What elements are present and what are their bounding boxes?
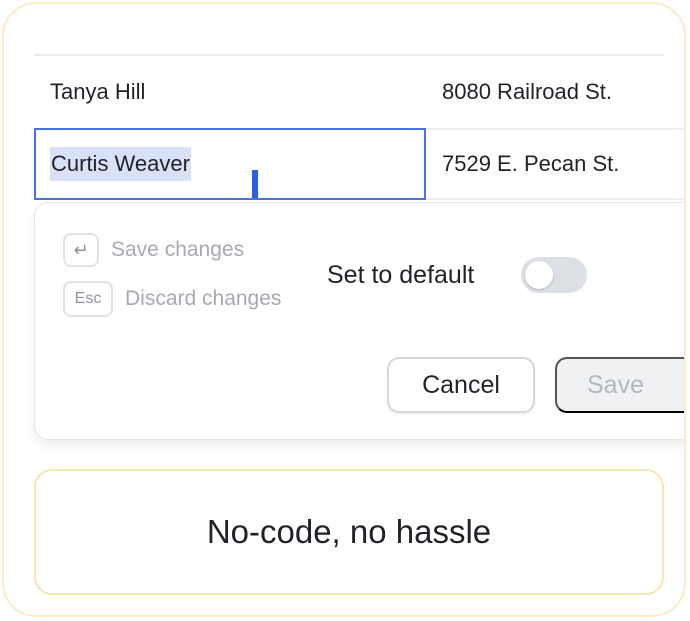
edit-popover: ↵ Save changes Esc Discard changes Set t…: [34, 202, 684, 440]
name-cell[interactable]: Tanya Hill: [34, 56, 426, 128]
feature-card: Tanya Hill 8080 Railroad St. Curtis Weav…: [2, 2, 686, 617]
table-divider: [426, 198, 684, 200]
name-cell-editor[interactable]: Curtis Weaver: [34, 128, 426, 200]
enter-key-icon: ↵: [63, 233, 99, 267]
esc-key-icon: Esc: [63, 281, 113, 317]
save-button[interactable]: Save: [555, 357, 684, 413]
tagline-banner: No-code, no hassle: [34, 469, 664, 595]
address-cell[interactable]: 7529 E. Pecan St.: [426, 128, 684, 200]
table-row[interactable]: Tanya Hill 8080 Railroad St.: [34, 56, 684, 130]
text-cursor: [252, 170, 258, 198]
discard-hint-label: Discard changes: [125, 287, 282, 310]
toggle-knob: [525, 261, 553, 289]
set-default-toggle[interactable]: [521, 257, 587, 293]
tagline-text: No-code, no hassle: [206, 513, 492, 550]
save-hint-label: Save changes: [111, 238, 245, 261]
save-shortcut-hint: ↵ Save changes: [63, 233, 244, 267]
discard-shortcut-hint: Esc Discard changes: [63, 281, 281, 317]
address-cell[interactable]: 8080 Railroad St.: [426, 56, 684, 128]
set-default-label: Set to default: [327, 261, 475, 289]
cancel-button[interactable]: Cancel: [387, 357, 535, 413]
table-row[interactable]: Curtis Weaver 7529 E. Pecan St.: [34, 128, 684, 200]
selected-text[interactable]: Curtis Weaver: [50, 147, 191, 181]
